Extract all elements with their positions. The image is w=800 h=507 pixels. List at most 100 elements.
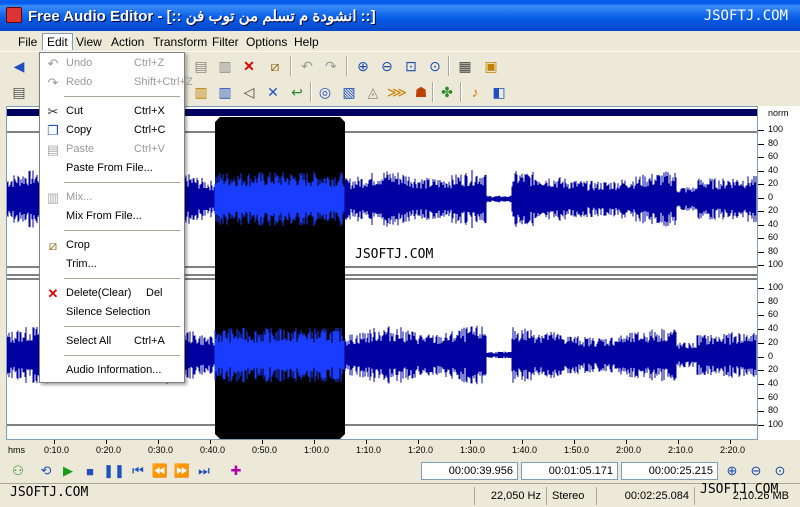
- marker-icon[interactable]: ✚: [226, 461, 246, 481]
- time-label: 0:40.0: [200, 445, 226, 455]
- menu-item-paste-from-file[interactable]: Paste From File...: [40, 159, 184, 178]
- menu-item-label: Cut: [66, 105, 84, 117]
- ruler-ch1-label: 20: [768, 205, 779, 215]
- menu-item-shortcut: Ctrl+C: [134, 124, 166, 136]
- music-icon[interactable]: ♪: [464, 81, 486, 103]
- speed-icon[interactable]: ◎: [314, 81, 336, 103]
- menu-options[interactable]: Options: [242, 34, 291, 50]
- zoom-out-icon[interactable]: ⊖: [376, 55, 398, 77]
- chart-icon[interactable]: ▧: [338, 81, 360, 103]
- plugin-icon[interactable]: ✤: [436, 81, 458, 103]
- menu-item-mix-from-file[interactable]: Mix From File...: [40, 207, 184, 226]
- menu-item-redo[interactable]: ↷ Redo Shift+Ctrl+Z: [40, 73, 193, 92]
- ruler-tick: [758, 383, 764, 385]
- menu-item-copy[interactable]: ❐ Copy Ctrl+C: [40, 121, 184, 140]
- ruler-tick: [758, 356, 764, 358]
- ruler-tick: [758, 301, 764, 303]
- pause-icon[interactable]: ❚❚: [103, 461, 125, 481]
- time-tick: [210, 440, 211, 444]
- eraser-icon[interactable]: ◬: [362, 81, 384, 103]
- users-icon[interactable]: ☗: [410, 81, 432, 103]
- time-ruler[interactable]: hms 0:10.0 0:20.0 0:30.0 0:40.0 0:50.0 1:00.0…: [6, 440, 758, 459]
- app-icon[interactable]: [6, 7, 22, 23]
- undo-icon: ↶: [47, 55, 59, 71]
- gift-icon[interactable]: ▣: [480, 55, 502, 77]
- ruler-tick: [758, 211, 764, 212]
- zoom-out-icon[interactable]: ⊖: [746, 461, 766, 481]
- ruler-ch1-label: 20: [768, 178, 779, 188]
- menu-item-paste[interactable]: ▤ Paste Ctrl+V: [40, 140, 184, 159]
- scissors-icon: ✂: [47, 103, 59, 119]
- ruler-ch1-label: 100: [768, 259, 784, 269]
- menu-separator: [64, 230, 180, 231]
- menu-item-trim[interactable]: Trim...: [40, 255, 184, 274]
- loop-icon[interactable]: ⟲: [36, 461, 56, 481]
- paste-icon[interactable]: ▤: [190, 55, 212, 77]
- menu-action[interactable]: Action: [107, 34, 148, 50]
- crop-icon[interactable]: ⧄: [264, 55, 286, 77]
- zoom-in-icon[interactable]: ⊕: [722, 461, 742, 481]
- menu-file[interactable]: File: [14, 34, 41, 50]
- skip-start-icon[interactable]: ⏮: [128, 461, 148, 481]
- menu-item-label: Crop: [66, 239, 90, 251]
- fast-forward-icon[interactable]: ⏩: [172, 461, 192, 481]
- speaker-icon[interactable]: ◧: [488, 81, 510, 103]
- skip-end-icon[interactable]: ⏭: [194, 461, 214, 481]
- menu-item-silence-selection[interactable]: Silence Selection: [40, 303, 184, 322]
- edit-menu: ↶ Undo Ctrl+Z ↷ Redo Shift+Ctrl+Z ✂ Cut …: [39, 52, 193, 383]
- back-icon[interactable]: ◀: [8, 55, 30, 77]
- ruler-ch1-label: 100: [768, 124, 784, 134]
- selection-end-field[interactable]: 00:01:05.171: [521, 462, 618, 480]
- tools-icon[interactable]: ✕: [262, 81, 284, 103]
- ruler-tick: [758, 265, 764, 266]
- menu-item-audio-information[interactable]: Audio Information...: [40, 361, 184, 380]
- menu-item-cut[interactable]: ✂ Cut Ctrl+X: [40, 102, 184, 121]
- zoom-in-icon[interactable]: ⊕: [352, 55, 374, 77]
- rewind-icon[interactable]: ⏪: [150, 461, 170, 481]
- play-icon[interactable]: ▶: [58, 461, 78, 481]
- record-icon[interactable]: ⚇: [8, 461, 28, 481]
- menu-transform[interactable]: Transform: [149, 34, 211, 50]
- menu-filter[interactable]: Filter: [208, 34, 243, 50]
- menu-item-label: Trim...: [66, 258, 97, 270]
- menu-item-shortcut: Shift+Ctrl+Z: [134, 76, 193, 88]
- normalize-icon[interactable]: ▥: [190, 81, 212, 103]
- selection-length-field[interactable]: 00:00:25.215: [621, 462, 718, 480]
- amplify-icon[interactable]: ▥: [214, 81, 236, 103]
- time-tick: [470, 440, 471, 444]
- delete-icon[interactable]: ✕: [238, 55, 260, 77]
- channels: Stereo: [546, 487, 596, 505]
- ruler-ch1-label: 60: [768, 232, 779, 242]
- effect-icon[interactable]: ▤: [8, 81, 30, 103]
- reverse-icon[interactable]: ↩: [286, 81, 308, 103]
- redo-icon[interactable]: ↷: [320, 55, 342, 77]
- ruler-tick: [758, 130, 764, 131]
- title-bar[interactable]: Free Audio Editor - [:: انشودة م تسلم من…: [0, 0, 800, 31]
- time-label: 0:50.0: [252, 445, 278, 455]
- ruler-tick: [758, 425, 764, 426]
- menu-item-mix[interactable]: ▥ Mix...: [40, 188, 184, 207]
- menu-item-delete[interactable]: ✕ Delete(Clear) Del: [40, 284, 184, 303]
- zoom-fit-icon[interactable]: ⊙: [770, 461, 790, 481]
- zoom-all-icon[interactable]: ⊙: [424, 55, 446, 77]
- audio-info-icon[interactable]: ▦: [454, 55, 476, 77]
- ruler-ch2-label: 100: [768, 282, 784, 292]
- fade-icon[interactable]: ⋙: [386, 81, 408, 103]
- ruler-ch1-label: 60: [768, 151, 779, 161]
- stop-icon[interactable]: ■: [80, 461, 100, 481]
- watermark-bottom-right: JSOFTJ.COM: [700, 482, 779, 497]
- menu-edit[interactable]: Edit: [42, 33, 73, 50]
- menu-item-undo[interactable]: ↶ Undo Ctrl+Z: [40, 54, 184, 73]
- ruler-ch1-label: 40: [768, 218, 779, 229]
- undo-icon[interactable]: ↶: [296, 55, 318, 77]
- selection-start-field[interactable]: 00:00:39.956: [421, 462, 518, 480]
- menu-item-crop[interactable]: ⧄ Crop: [40, 236, 184, 255]
- mute-icon[interactable]: ◁: [238, 81, 260, 103]
- menu-view[interactable]: View: [72, 34, 106, 50]
- time-label: 1:30.0: [460, 445, 486, 455]
- menu-item-select-all[interactable]: Select All Ctrl+A: [40, 332, 184, 351]
- menu-item-shortcut: Ctrl+V: [134, 143, 165, 155]
- menu-help[interactable]: Help: [290, 34, 323, 50]
- paste-file-icon[interactable]: ▥: [214, 55, 236, 77]
- zoom-selection-icon[interactable]: ⊡: [400, 55, 422, 77]
